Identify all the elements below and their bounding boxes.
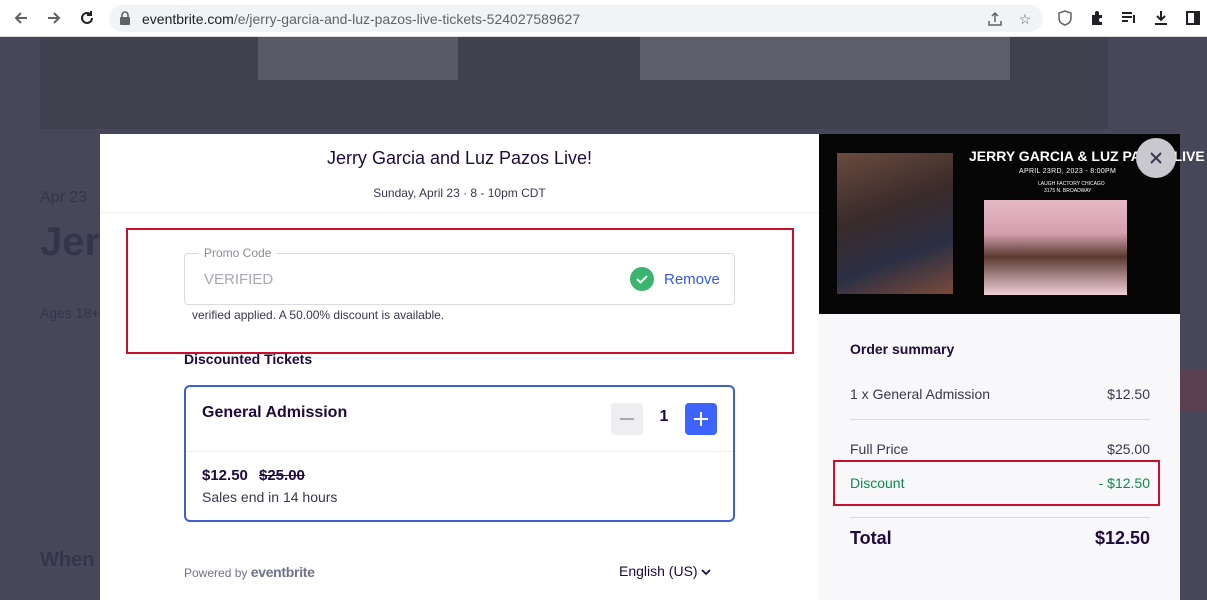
checkout-modal: Jerry Garcia and Luz Pazos Live! Sunday,… bbox=[100, 134, 1205, 600]
decrease-quantity-button[interactable] bbox=[611, 403, 643, 435]
discounted-tickets-heading: Discounted Tickets bbox=[184, 351, 313, 367]
event-image: JERRY GARCIA & LUZ PAZOS LIVE APRIL 23RD… bbox=[819, 134, 1205, 314]
event-image-performer-photo bbox=[837, 153, 953, 294]
ticket-name: General Admission bbox=[202, 404, 348, 421]
background-when-heading: When bbox=[40, 549, 95, 571]
full-price-value: $25.00 bbox=[1107, 441, 1150, 457]
forward-icon[interactable] bbox=[42, 7, 66, 29]
background-hero-image bbox=[258, 37, 458, 80]
ticket-original-price: $25.00 bbox=[259, 467, 305, 484]
close-icon[interactable] bbox=[1136, 138, 1176, 178]
ticket-sales-end: Sales end in 14 hours bbox=[202, 489, 338, 505]
address-bar[interactable]: eventbrite.com/e/jerry-garcia-and-luz-pa… bbox=[109, 5, 1043, 32]
url-text: eventbrite.com/e/jerry-garcia-and-luz-pa… bbox=[142, 11, 581, 27]
event-image-date: APRIL 23RD, 2023 - 8:00PM bbox=[1019, 168, 1117, 175]
star-icon[interactable]: ☆ bbox=[1016, 10, 1034, 28]
reading-list-icon[interactable] bbox=[1119, 8, 1139, 28]
annotation-highlight-discount bbox=[833, 460, 1160, 506]
shield-extension-icon[interactable] bbox=[1055, 8, 1075, 28]
background-hero-banner bbox=[40, 37, 1108, 129]
line-item-value: $12.50 bbox=[1107, 386, 1150, 402]
total-label: Total bbox=[850, 528, 892, 548]
summary-divider bbox=[850, 419, 1150, 420]
download-icon[interactable] bbox=[1151, 8, 1171, 28]
summary-divider bbox=[850, 517, 1150, 518]
sidepanel-icon[interactable] bbox=[1183, 8, 1203, 28]
order-summary-panel: JERRY GARCIA & LUZ PAZOS LIVE APRIL 23RD… bbox=[819, 134, 1205, 600]
chevron-down-icon bbox=[701, 563, 712, 579]
background-date: Apr 23 bbox=[40, 189, 88, 206]
browser-toolbar: eventbrite.com/e/jerry-garcia-and-luz-pa… bbox=[0, 0, 1207, 37]
event-title: Jerry Garcia and Luz Pazos Live! bbox=[326, 148, 593, 168]
event-date: Sunday, April 23 · 8 - 10pm CDT bbox=[373, 186, 546, 200]
ticket-divider bbox=[186, 451, 733, 452]
reload-icon[interactable] bbox=[75, 7, 99, 29]
event-image-performer-photo bbox=[984, 200, 1127, 295]
puzzle-extension-icon[interactable] bbox=[1087, 8, 1107, 28]
background-hero-image bbox=[640, 37, 1010, 80]
ticket-quantity: 1 bbox=[659, 408, 669, 425]
event-image-address: 3175 N. BROADWAY bbox=[1044, 188, 1092, 194]
background-button bbox=[1180, 370, 1207, 412]
back-icon[interactable] bbox=[9, 7, 33, 29]
powered-by-text: Powered by bbox=[184, 566, 248, 580]
increase-quantity-button[interactable] bbox=[685, 403, 717, 435]
checkout-main-panel: Jerry Garcia and Luz Pazos Live! Sunday,… bbox=[100, 134, 819, 600]
event-image-venue: LAUGH FACTORY CHICAGO bbox=[1038, 181, 1105, 187]
language-selector[interactable]: English (US) bbox=[619, 563, 712, 579]
share-icon[interactable] bbox=[986, 10, 1004, 28]
header-divider bbox=[100, 212, 819, 213]
full-price-label: Full Price bbox=[850, 441, 909, 457]
order-summary-title: Order summary bbox=[850, 341, 955, 357]
annotation-highlight-promo bbox=[126, 228, 794, 354]
total-value: $12.50 bbox=[1094, 528, 1150, 548]
background-ages: Ages 18+ bbox=[40, 305, 100, 321]
powered-by: Powered by eventbrite bbox=[184, 564, 315, 580]
lock-icon[interactable] bbox=[119, 11, 133, 27]
ticket-card: General Admission 1 $12.50 $25.00 Sales … bbox=[184, 385, 735, 522]
ticket-discounted-price: $12.50 bbox=[202, 467, 248, 484]
line-item-label: 1 x General Admission bbox=[850, 386, 991, 402]
background-title: Jer bbox=[40, 220, 101, 264]
eventbrite-logo: eventbrite bbox=[250, 564, 315, 580]
language-label: English (US) bbox=[619, 563, 698, 579]
